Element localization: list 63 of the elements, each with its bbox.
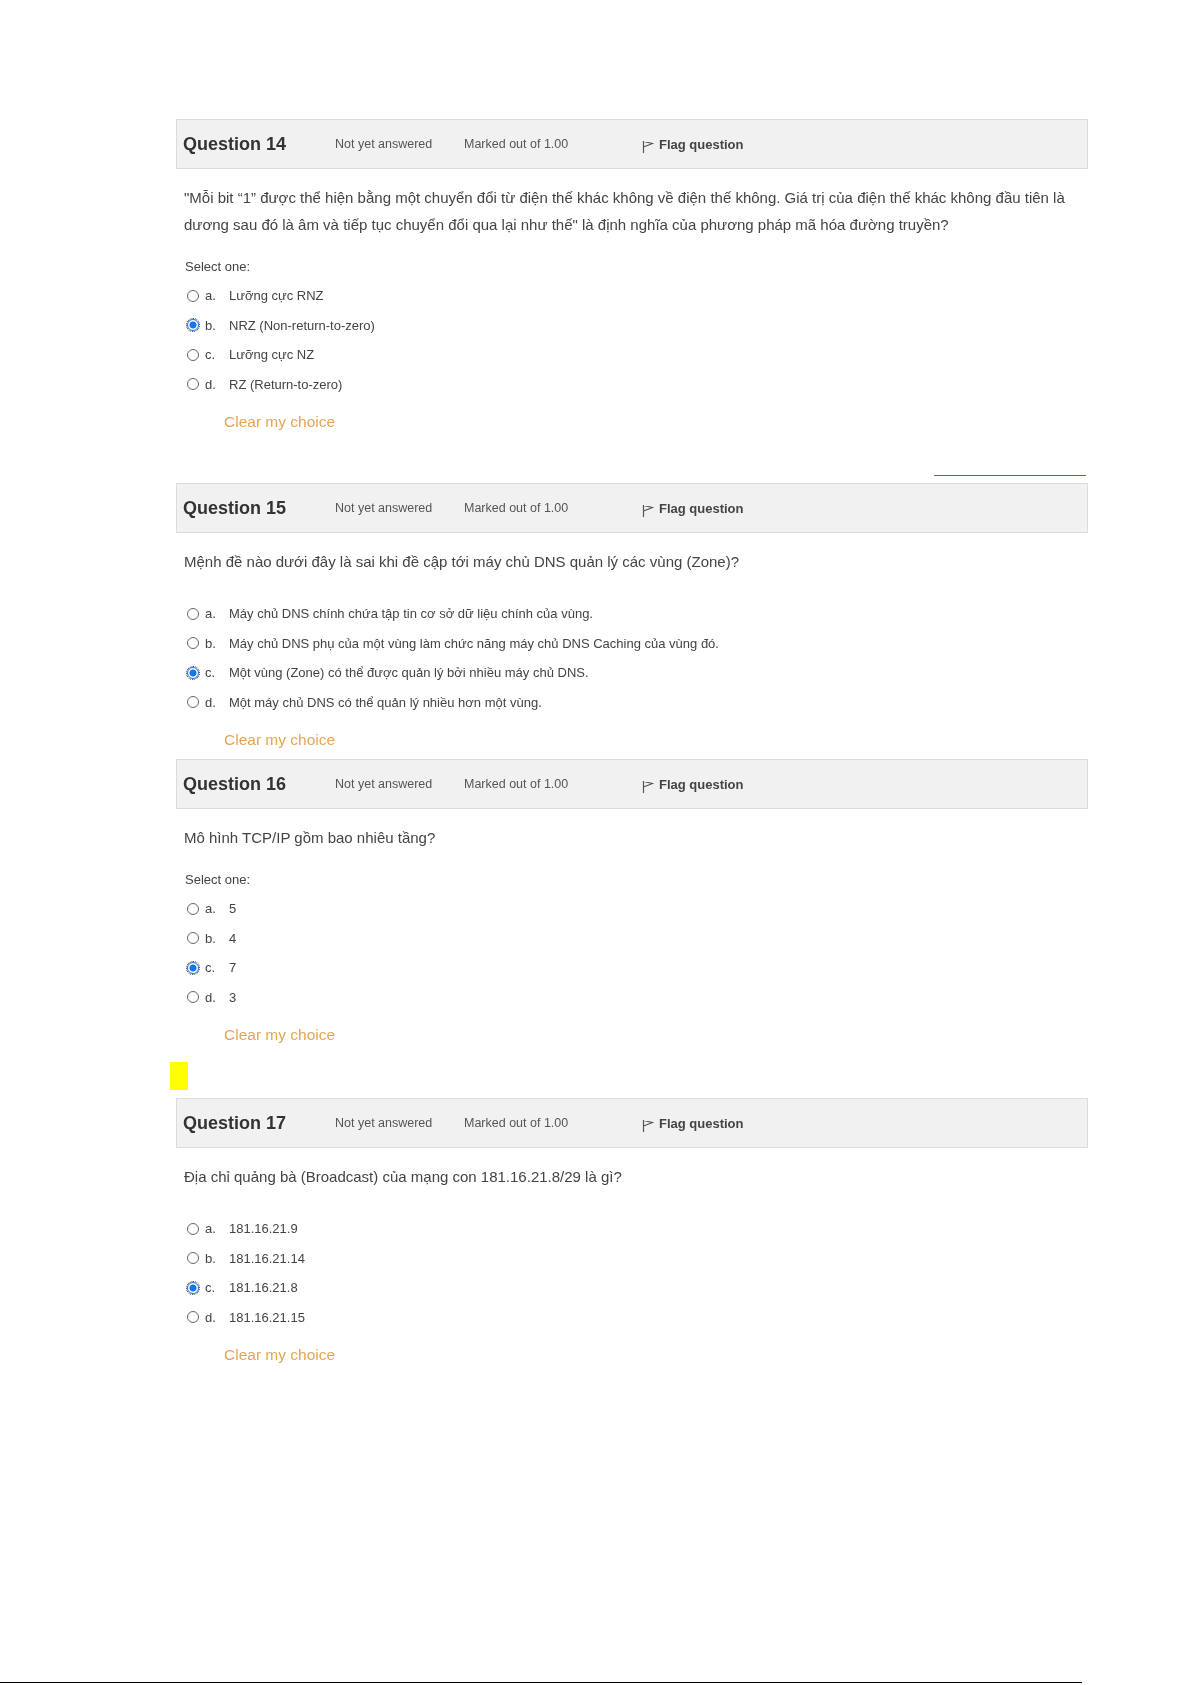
option-letter: b. [205, 317, 217, 333]
flag-question-link[interactable]: Flag question [642, 774, 744, 794]
question-number: Question 15 [183, 497, 288, 519]
flag-question-link[interactable]: Flag question [642, 498, 744, 518]
radio-button[interactable] [187, 666, 199, 679]
question-marks: Marked out of 1.00 [464, 777, 570, 791]
option-label[interactable]: NRZ (Non-return-to-zero) [229, 317, 375, 333]
question-status: Not yet answered [335, 137, 434, 151]
option-letter: c. [205, 347, 217, 363]
option-letter: c. [205, 960, 217, 976]
select-prompt: Select one: [184, 258, 252, 276]
question-marks: Marked out of 1.00 [464, 1116, 570, 1130]
option-label[interactable]: Máy chủ DNS phụ của một vùng làm chức năng máy chủ DNS Caching của vùng đó. [229, 635, 719, 651]
question-text: Mô hình TCP/IP gồm bao nhiêu tầng? [183, 828, 437, 848]
flag-icon [642, 1119, 654, 1133]
question-status: Not yet answered [335, 501, 434, 515]
option-letter: b. [205, 930, 217, 946]
option-letter: a. [205, 288, 217, 304]
question-number: Question 17 [183, 1112, 288, 1134]
option-letter: c. [205, 665, 217, 681]
highlight-mark [170, 1062, 188, 1090]
question-status: Not yet answered [335, 777, 434, 791]
question-marks: Marked out of 1.00 [464, 501, 570, 515]
option-label[interactable]: RZ (Return-to-zero) [229, 376, 343, 392]
option-label[interactable]: 181.16.21.14 [229, 1250, 305, 1266]
option-letter: a. [205, 606, 217, 622]
question-marks: Marked out of 1.00 [464, 137, 570, 151]
radio-button[interactable] [187, 961, 199, 974]
radio-button[interactable] [187, 1281, 199, 1294]
flag-question-link[interactable]: Flag question [642, 1113, 744, 1133]
option-label[interactable]: Máy chủ DNS chính chứa tập tin cơ sở dữ liệu chính của vùng. [229, 606, 593, 622]
option-letter: d. [205, 989, 217, 1005]
radio-button[interactable] [187, 319, 199, 332]
select-prompt: Select one: [184, 871, 252, 889]
option-label[interactable]: 7 [229, 960, 237, 976]
question-text: "Mỗi bit “1” được thể hiện bằng một chuyển đổi từ điện thế khác không về điện thế không. Giá trị của điện thế khác không đầu tiên là dương sau đó là âm và tiếp tục chuyển đổi qua lại như thế" là định nghĩa của phương pháp mã hóa đường truyền? [183, 188, 1066, 235]
option-letter: b. [205, 635, 217, 651]
option-label[interactable]: 181.16.21.9 [229, 1221, 298, 1237]
option-label[interactable]: 3 [229, 989, 237, 1005]
question-number: Question 16 [183, 773, 288, 795]
option-label[interactable]: Một máy chủ DNS có thể quản lý nhiều hơn một vùng. [229, 694, 542, 710]
flag-icon [642, 504, 654, 518]
option-label[interactable]: 181.16.21.8 [229, 1280, 298, 1296]
flag-question-link[interactable]: Flag question [642, 134, 744, 154]
option-letter: b. [205, 1250, 217, 1266]
flag-icon [642, 140, 654, 154]
option-label[interactable]: Lưỡng cực RNZ [229, 288, 324, 304]
option-letter: a. [205, 1221, 217, 1237]
option-letter: a. [205, 901, 217, 917]
option-letter: d. [205, 376, 217, 392]
option-label[interactable]: 5 [229, 901, 237, 917]
option-label[interactable]: Một vùng (Zone) có thể được quản lý bởi nhiều máy chủ DNS. [229, 665, 589, 681]
option-letter: d. [205, 1309, 217, 1325]
question-text: Mệnh đề nào dưới đây là sai khi đề cập tới máy chủ DNS quản lý các vùng (Zone)? [183, 552, 740, 572]
option-letter: d. [205, 694, 217, 710]
option-letter: c. [205, 1280, 217, 1296]
option-label[interactable]: 4 [229, 930, 237, 946]
option-label[interactable]: Lưỡng cực NZ [229, 347, 315, 363]
question-text: Địa chỉ quảng bà (Broadcast) của mạng con 181.16.21.8/29 là gì? [183, 1167, 623, 1187]
flag-icon [642, 780, 654, 794]
option-label[interactable]: 181.16.21.15 [229, 1309, 305, 1325]
question-number: Question 14 [183, 133, 288, 155]
question-status: Not yet answered [335, 1116, 434, 1130]
